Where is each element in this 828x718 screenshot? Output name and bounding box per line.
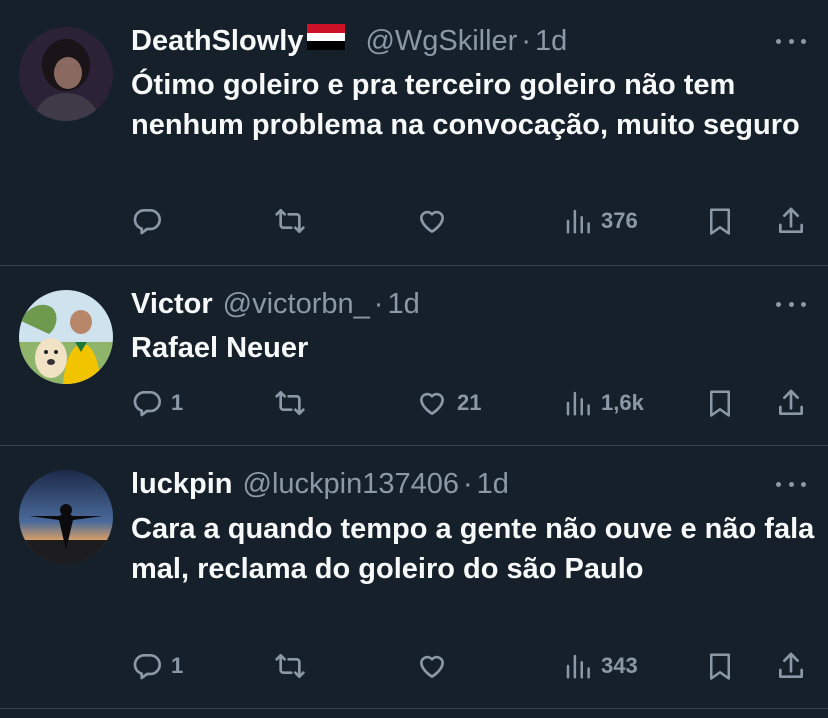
share-icon — [775, 650, 807, 682]
reply-button[interactable] — [131, 204, 163, 238]
retweet-icon — [273, 387, 307, 419]
retweet-button[interactable] — [273, 649, 307, 683]
like-button[interactable] — [415, 649, 449, 683]
heart-icon — [415, 205, 449, 237]
tweet-text: Cara a quando tempo a gente não ouve e n… — [131, 513, 815, 585]
separator-dot: · — [373, 288, 384, 320]
avatar[interactable] — [19, 470, 113, 564]
timestamp[interactable]: 1d — [477, 466, 509, 502]
reply-icon — [131, 205, 163, 237]
tweet[interactable]: DeathSlowly @WgSkiller · 1d Ótimo goleir… — [0, 0, 828, 266]
action-bar: 376 — [131, 204, 811, 238]
reply-count: 1 — [171, 390, 184, 415]
display-name[interactable]: Victor — [131, 286, 213, 322]
like-button[interactable] — [415, 204, 449, 238]
views-icon — [563, 651, 593, 681]
share-button[interactable] — [775, 204, 807, 238]
share-button[interactable] — [775, 386, 807, 420]
reply-count: 1 — [171, 653, 184, 678]
avatar[interactable] — [19, 27, 113, 121]
more-icon[interactable] — [776, 299, 806, 309]
like-count: 21 — [457, 390, 482, 415]
heart-icon — [415, 650, 449, 682]
retweet-button[interactable] — [273, 386, 307, 420]
views-count: 343 — [601, 653, 638, 678]
reply-button[interactable]: 1 — [131, 386, 183, 420]
share-icon — [775, 387, 807, 419]
yemen-flag-icon — [307, 23, 346, 59]
bookmark-icon — [705, 205, 735, 237]
display-name[interactable]: DeathSlowly — [131, 23, 303, 59]
more-icon[interactable] — [776, 479, 806, 489]
like-button[interactable]: 21 — [415, 386, 481, 420]
views-button[interactable]: 343 — [563, 649, 638, 683]
action-bar: 1 343 — [131, 649, 811, 683]
reply-icon — [131, 650, 163, 682]
views-button[interactable]: 1,6k — [563, 386, 644, 420]
tweet[interactable]: Victor @victorbn_ · 1d Rafael Neuer 1 21… — [0, 266, 828, 446]
views-count: 1,6k — [601, 390, 644, 415]
heart-icon — [415, 387, 449, 419]
separator-dot: · — [463, 468, 473, 500]
bookmark-button[interactable] — [705, 386, 735, 420]
bookmark-icon — [705, 387, 735, 419]
retweet-icon — [273, 205, 307, 237]
bookmark-button[interactable] — [705, 649, 735, 683]
views-button[interactable]: 376 — [563, 204, 638, 238]
separator-dot: · — [521, 25, 532, 57]
retweet-button[interactable] — [273, 204, 307, 238]
share-icon — [775, 205, 807, 237]
avatar[interactable] — [19, 290, 113, 384]
more-icon[interactable] — [776, 36, 806, 46]
tweet-text: Rafael Neuer — [131, 332, 309, 364]
reply-button[interactable]: 1 — [131, 649, 183, 683]
tweet[interactable]: luckpin @luckpin137406 · 1d Cara a quand… — [0, 446, 828, 709]
bookmark-button[interactable] — [705, 204, 735, 238]
views-icon — [563, 388, 593, 418]
retweet-icon — [273, 650, 307, 682]
handle[interactable]: @luckpin137406 — [243, 466, 459, 502]
views-count: 376 — [601, 208, 638, 233]
handle[interactable]: @victorbn_ — [223, 286, 370, 322]
tweet-text: Ótimo goleiro e pra terceiro goleiro não… — [131, 69, 800, 141]
timestamp[interactable]: 1d — [535, 23, 567, 59]
timestamp[interactable]: 1d — [387, 286, 419, 322]
bookmark-icon — [705, 650, 735, 682]
display-name[interactable]: luckpin — [131, 466, 233, 502]
reply-icon — [131, 387, 163, 419]
handle[interactable]: @WgSkiller — [365, 23, 517, 59]
views-icon — [563, 206, 593, 236]
action-bar: 1 21 1,6k — [131, 386, 811, 420]
share-button[interactable] — [775, 649, 807, 683]
